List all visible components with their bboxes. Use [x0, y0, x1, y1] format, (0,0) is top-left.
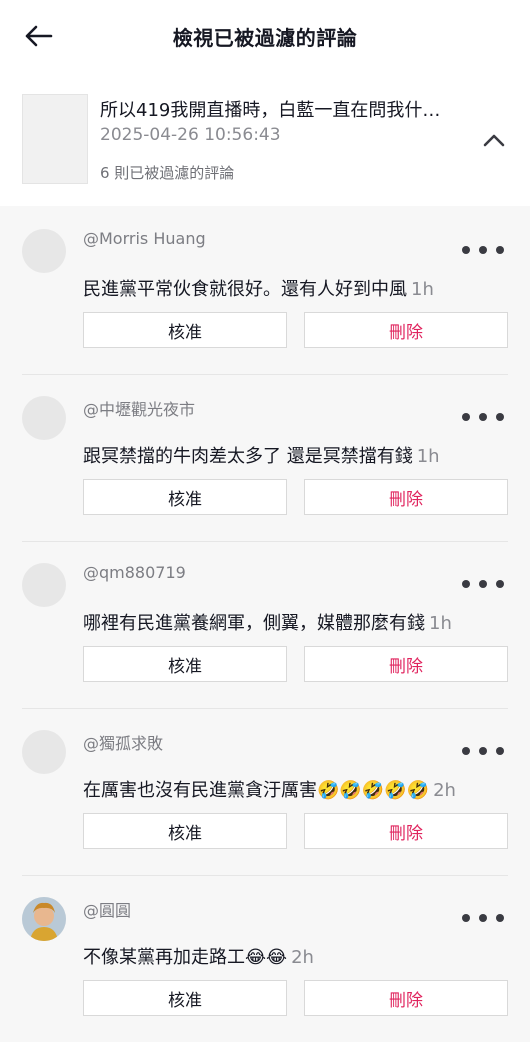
- delete-button[interactable]: 刪除: [304, 813, 508, 849]
- more-dot-icon: [479, 246, 487, 254]
- more-options-button[interactable]: [462, 243, 504, 257]
- divider: [22, 875, 508, 876]
- comment-item: @中壢觀光夜市 跟冥禁擋的牛肉差太多了 還是冥禁擋有錢 1h 核准 刪除: [0, 374, 530, 541]
- comment-username[interactable]: @Morris Huang: [83, 229, 206, 248]
- delete-button[interactable]: 刪除: [304, 479, 508, 515]
- comment-body: 民進黨平常伙食就很好。還有人好到中風: [83, 279, 407, 300]
- approve-button[interactable]: 核准: [83, 479, 287, 515]
- delete-button[interactable]: 刪除: [304, 980, 508, 1016]
- more-dot-icon: [462, 246, 470, 254]
- avatar[interactable]: [22, 229, 66, 273]
- more-dot-icon: [462, 413, 470, 421]
- comment-time: 2h: [291, 947, 314, 968]
- page-title: 檢視已被過濾的評論: [172, 26, 358, 50]
- more-dot-icon: [479, 413, 487, 421]
- more-options-button[interactable]: [462, 577, 504, 591]
- comment-item: @Morris Huang 民進黨平常伙食就很好。還有人好到中風 1h 核准 刪除: [0, 207, 530, 374]
- more-options-button[interactable]: [462, 410, 504, 424]
- comment-username[interactable]: @獨孤求敗: [83, 730, 163, 754]
- collapse-button[interactable]: [480, 126, 508, 154]
- avatar[interactable]: [22, 563, 66, 607]
- comment-body: 哪裡有民進黨養網軍，側翼，媒體那麼有錢: [83, 613, 425, 634]
- more-options-button[interactable]: [462, 911, 504, 925]
- more-dot-icon: [479, 747, 487, 755]
- approve-button[interactable]: 核准: [83, 312, 287, 348]
- video-caption: 所以419我開直播時，白藍一直在問我什…: [100, 100, 441, 121]
- comment-time: 1h: [416, 446, 440, 467]
- delete-button[interactable]: 刪除: [304, 646, 508, 682]
- comment-item: @qm880719 哪裡有民進黨養網軍，側翼，媒體那麼有錢 1h 核准 刪除: [0, 541, 530, 708]
- more-dot-icon: [496, 246, 504, 254]
- more-dot-icon: [496, 914, 504, 922]
- video-card[interactable]: 所以419我開直播時，白藍一直在問我什… 2025-04-26 10:56:43…: [0, 72, 530, 206]
- comment-time: 2h: [433, 780, 456, 801]
- comment-username[interactable]: @中壢觀光夜市: [83, 396, 195, 420]
- comment-text: 不像某黨再加走路工😂😂 2h: [83, 943, 513, 969]
- more-dot-icon: [479, 580, 487, 588]
- filtered-comment-count: 6 則已被過濾的評論: [100, 164, 235, 182]
- video-thumbnail[interactable]: [22, 94, 88, 184]
- comment-time: 1h: [429, 613, 452, 634]
- delete-button[interactable]: 刪除: [304, 312, 508, 348]
- comment-body: 跟冥禁擋的牛肉差太多了 還是冥禁擋有錢: [83, 446, 413, 467]
- approve-button[interactable]: 核准: [83, 646, 287, 682]
- more-dot-icon: [462, 580, 470, 588]
- comment-text: 在厲害也沒有民進黨貪汙厲害🤣🤣🤣🤣🤣 2h: [83, 776, 513, 802]
- comment-body: 不像某黨再加走路工😂😂: [83, 947, 288, 968]
- more-options-button[interactable]: [462, 744, 504, 758]
- comment-time: 1h: [411, 279, 434, 300]
- more-dot-icon: [462, 914, 470, 922]
- more-dot-icon: [496, 413, 504, 421]
- comment-text: 民進黨平常伙食就很好。還有人好到中風 1h: [83, 275, 513, 301]
- more-dot-icon: [462, 747, 470, 755]
- more-dot-icon: [496, 580, 504, 588]
- divider: [22, 708, 508, 709]
- comment-username[interactable]: @qm880719: [83, 563, 186, 582]
- approve-button[interactable]: 核准: [83, 980, 287, 1016]
- comment-item: @獨孤求敗 在厲害也沒有民進黨貪汙厲害🤣🤣🤣🤣🤣 2h 核准 刪除: [0, 708, 530, 875]
- more-dot-icon: [479, 914, 487, 922]
- comment-body: 在厲害也沒有民進黨貪汙厲害🤣🤣🤣🤣🤣: [83, 780, 430, 801]
- divider: [22, 541, 508, 542]
- comment-text: 跟冥禁擋的牛肉差太多了 還是冥禁擋有錢 1h: [83, 442, 513, 468]
- top-bar: 檢視已被過濾的評論: [0, 0, 530, 72]
- comment-item: @圓圓 不像某黨再加走路工😂😂 2h 核准 刪除: [0, 875, 530, 1042]
- avatar[interactable]: [22, 396, 66, 440]
- avatar[interactable]: [22, 897, 66, 941]
- avatar-photo: [22, 897, 66, 941]
- video-date: 2025-04-26 10:56:43: [100, 125, 281, 145]
- more-dot-icon: [496, 747, 504, 755]
- approve-button[interactable]: 核准: [83, 813, 287, 849]
- comment-text: 哪裡有民進黨養網軍，側翼，媒體那麼有錢 1h: [83, 609, 513, 635]
- divider: [22, 374, 508, 375]
- chevron-up-icon: [483, 134, 505, 147]
- comment-username[interactable]: @圓圓: [83, 897, 131, 921]
- avatar[interactable]: [22, 730, 66, 774]
